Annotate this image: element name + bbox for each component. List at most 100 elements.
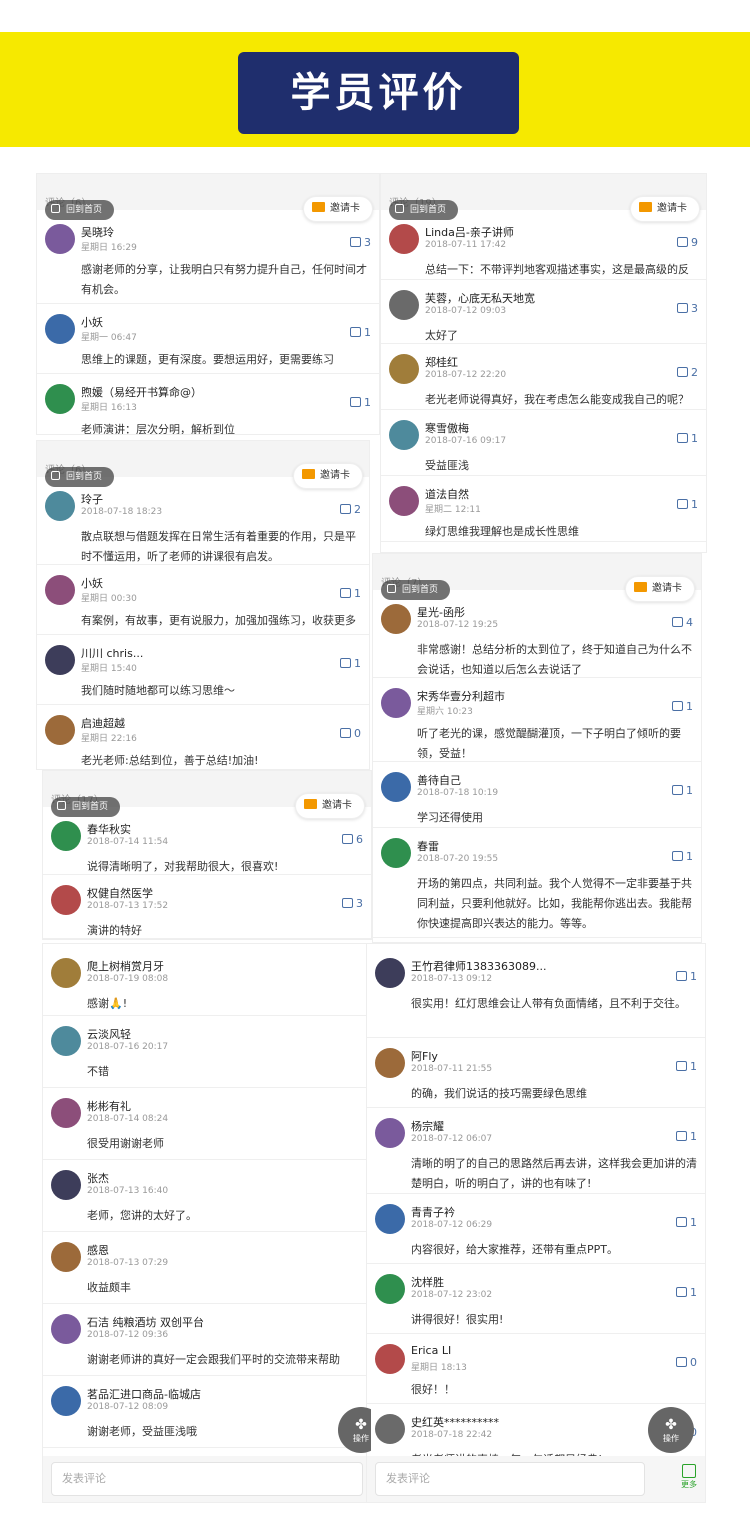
like-button[interactable]: 9 xyxy=(677,236,698,249)
invite-card-button[interactable]: 邀请卡 xyxy=(625,576,695,602)
like-button[interactable]: 1 xyxy=(672,700,693,713)
like-button[interactable]: 1 xyxy=(677,498,698,511)
invite-card-button[interactable]: 邀请卡 xyxy=(630,196,700,222)
like-button[interactable]: 1 xyxy=(676,1216,697,1229)
like-button[interactable]: 1 xyxy=(676,970,697,983)
like-button[interactable]: 0 xyxy=(676,1356,697,1369)
avatar[interactable] xyxy=(375,1204,405,1234)
header-banner: 学员评价 xyxy=(0,32,750,147)
avatar[interactable] xyxy=(375,1274,405,1304)
avatar[interactable] xyxy=(51,821,81,851)
invite-label: 邀请卡 xyxy=(652,583,682,594)
thumbs-up-icon xyxy=(672,617,683,627)
comment-item: 星光-函彤 2018-07-12 19:25 非常感谢！总结分析的太到位了，终于知道… xyxy=(373,594,701,678)
like-button[interactable]: 1 xyxy=(676,1130,697,1143)
like-count: 4 xyxy=(686,616,693,629)
avatar[interactable] xyxy=(375,958,405,988)
commenter-name: 春雷 xyxy=(417,840,439,853)
avatar[interactable] xyxy=(381,838,411,868)
like-button[interactable]: 1 xyxy=(672,850,693,863)
comment-text: 演讲的特好 xyxy=(87,924,142,937)
comment-time: 2018-07-12 09:03 xyxy=(425,306,507,316)
comment-item: 感恩 2018-07-13 07:29 收益颇丰 xyxy=(43,1232,371,1304)
avatar[interactable] xyxy=(51,958,81,988)
comment-item: 小妖 星期一 06:47 思维上的课题，更有深度。要想运用好，更需要练习 1 xyxy=(37,304,379,374)
avatar[interactable] xyxy=(45,715,75,745)
avatar[interactable] xyxy=(381,604,411,634)
commenter-name: 史红英********** xyxy=(411,1416,499,1429)
avatar[interactable] xyxy=(381,688,411,718)
comment-item: 煦媛（易经开书算命@） 星期日 16:13 老师演讲：层次分明，解析到位 1 xyxy=(37,374,379,434)
like-button[interactable]: 2 xyxy=(677,366,698,379)
comment-time: 星期日 18:13 xyxy=(411,1363,467,1373)
avatar[interactable] xyxy=(389,354,419,384)
invite-card-button[interactable]: 邀请卡 xyxy=(303,196,373,222)
comment-input[interactable]: 发表评论 xyxy=(51,1462,363,1496)
avatar[interactable] xyxy=(51,1386,81,1416)
comment-input[interactable]: 发表评论 xyxy=(375,1462,645,1496)
thumbs-up-icon xyxy=(350,397,361,407)
like-button[interactable]: 4 xyxy=(672,616,693,629)
avatar[interactable] xyxy=(51,1242,81,1272)
like-button[interactable]: 3 xyxy=(342,897,363,910)
like-button[interactable]: 3 xyxy=(350,236,371,249)
like-button[interactable]: 1 xyxy=(340,587,361,600)
avatar[interactable] xyxy=(381,772,411,802)
comment-item: 川川 chris... 星期日 15:40 我们随时随地都可以练习思维～ 1 xyxy=(37,635,369,705)
like-button[interactable]: 3 xyxy=(677,302,698,315)
home-label: 回到首页 xyxy=(402,585,439,595)
operation-button[interactable]: ✤ 操作 xyxy=(648,1407,694,1453)
like-button[interactable]: 1 xyxy=(676,1060,697,1073)
like-button[interactable]: 1 xyxy=(350,396,371,409)
commenter-name: 吴晓玲 xyxy=(81,226,114,239)
home-button[interactable]: 回到首页 xyxy=(45,200,115,220)
thumbs-up-icon xyxy=(677,499,688,509)
avatar[interactable] xyxy=(375,1048,405,1078)
avatar[interactable] xyxy=(45,491,75,521)
avatar[interactable] xyxy=(51,885,81,915)
avatar[interactable] xyxy=(51,1026,81,1056)
comment-time: 2018-07-13 16:40 xyxy=(87,1186,169,1196)
home-button[interactable]: 回到首页 xyxy=(51,797,121,817)
comment-time: 2018-07-12 06:07 xyxy=(411,1134,493,1144)
home-label: 回到首页 xyxy=(66,472,103,482)
like-count: 0 xyxy=(354,727,361,740)
avatar[interactable] xyxy=(45,645,75,675)
home-button[interactable]: 回到首页 xyxy=(389,200,459,220)
more-button[interactable]: 更多 xyxy=(681,1464,697,1490)
avatar[interactable] xyxy=(51,1314,81,1344)
avatar[interactable] xyxy=(389,420,419,450)
avatar[interactable] xyxy=(51,1170,81,1200)
like-button[interactable]: 2 xyxy=(340,503,361,516)
like-button[interactable]: 1 xyxy=(350,326,371,339)
comment-item: 郑桂红 2018-07-12 22:20 老光老师说得真好，我在考虑怎么能变成我自己… xyxy=(381,344,706,410)
avatar[interactable] xyxy=(389,224,419,254)
avatar[interactable] xyxy=(389,290,419,320)
avatar[interactable] xyxy=(45,575,75,605)
invite-card-button[interactable]: 邀请卡 xyxy=(295,793,365,819)
like-button[interactable]: 6 xyxy=(342,833,363,846)
like-button[interactable]: 1 xyxy=(672,784,693,797)
like-button[interactable]: 1 xyxy=(677,432,698,445)
avatar[interactable] xyxy=(375,1344,405,1374)
like-count: 1 xyxy=(364,396,371,409)
avatar[interactable] xyxy=(375,1414,405,1444)
commenter-name: 杨宗耀 xyxy=(411,1120,444,1133)
avatar[interactable] xyxy=(375,1118,405,1148)
avatar[interactable] xyxy=(389,486,419,516)
home-label: 回到首页 xyxy=(72,802,109,812)
like-button[interactable]: 1 xyxy=(340,657,361,670)
home-button[interactable]: 回到首页 xyxy=(381,580,451,600)
thumbs-up-icon xyxy=(676,1131,687,1141)
invite-card-button[interactable]: 邀请卡 xyxy=(293,463,363,489)
avatar[interactable] xyxy=(51,1098,81,1128)
comment-text: 老光老师说得真好，我在考虑怎么能变成我自己的呢？ xyxy=(425,393,689,406)
like-count: 1 xyxy=(354,657,361,670)
avatar[interactable] xyxy=(45,224,75,254)
like-button[interactable]: 0 xyxy=(340,727,361,740)
home-button[interactable]: 回到首页 xyxy=(45,467,115,487)
like-button[interactable]: 1 xyxy=(676,1286,697,1299)
avatar[interactable] xyxy=(45,314,75,344)
operation-label: 操作 xyxy=(663,1434,679,1443)
avatar[interactable] xyxy=(45,384,75,414)
